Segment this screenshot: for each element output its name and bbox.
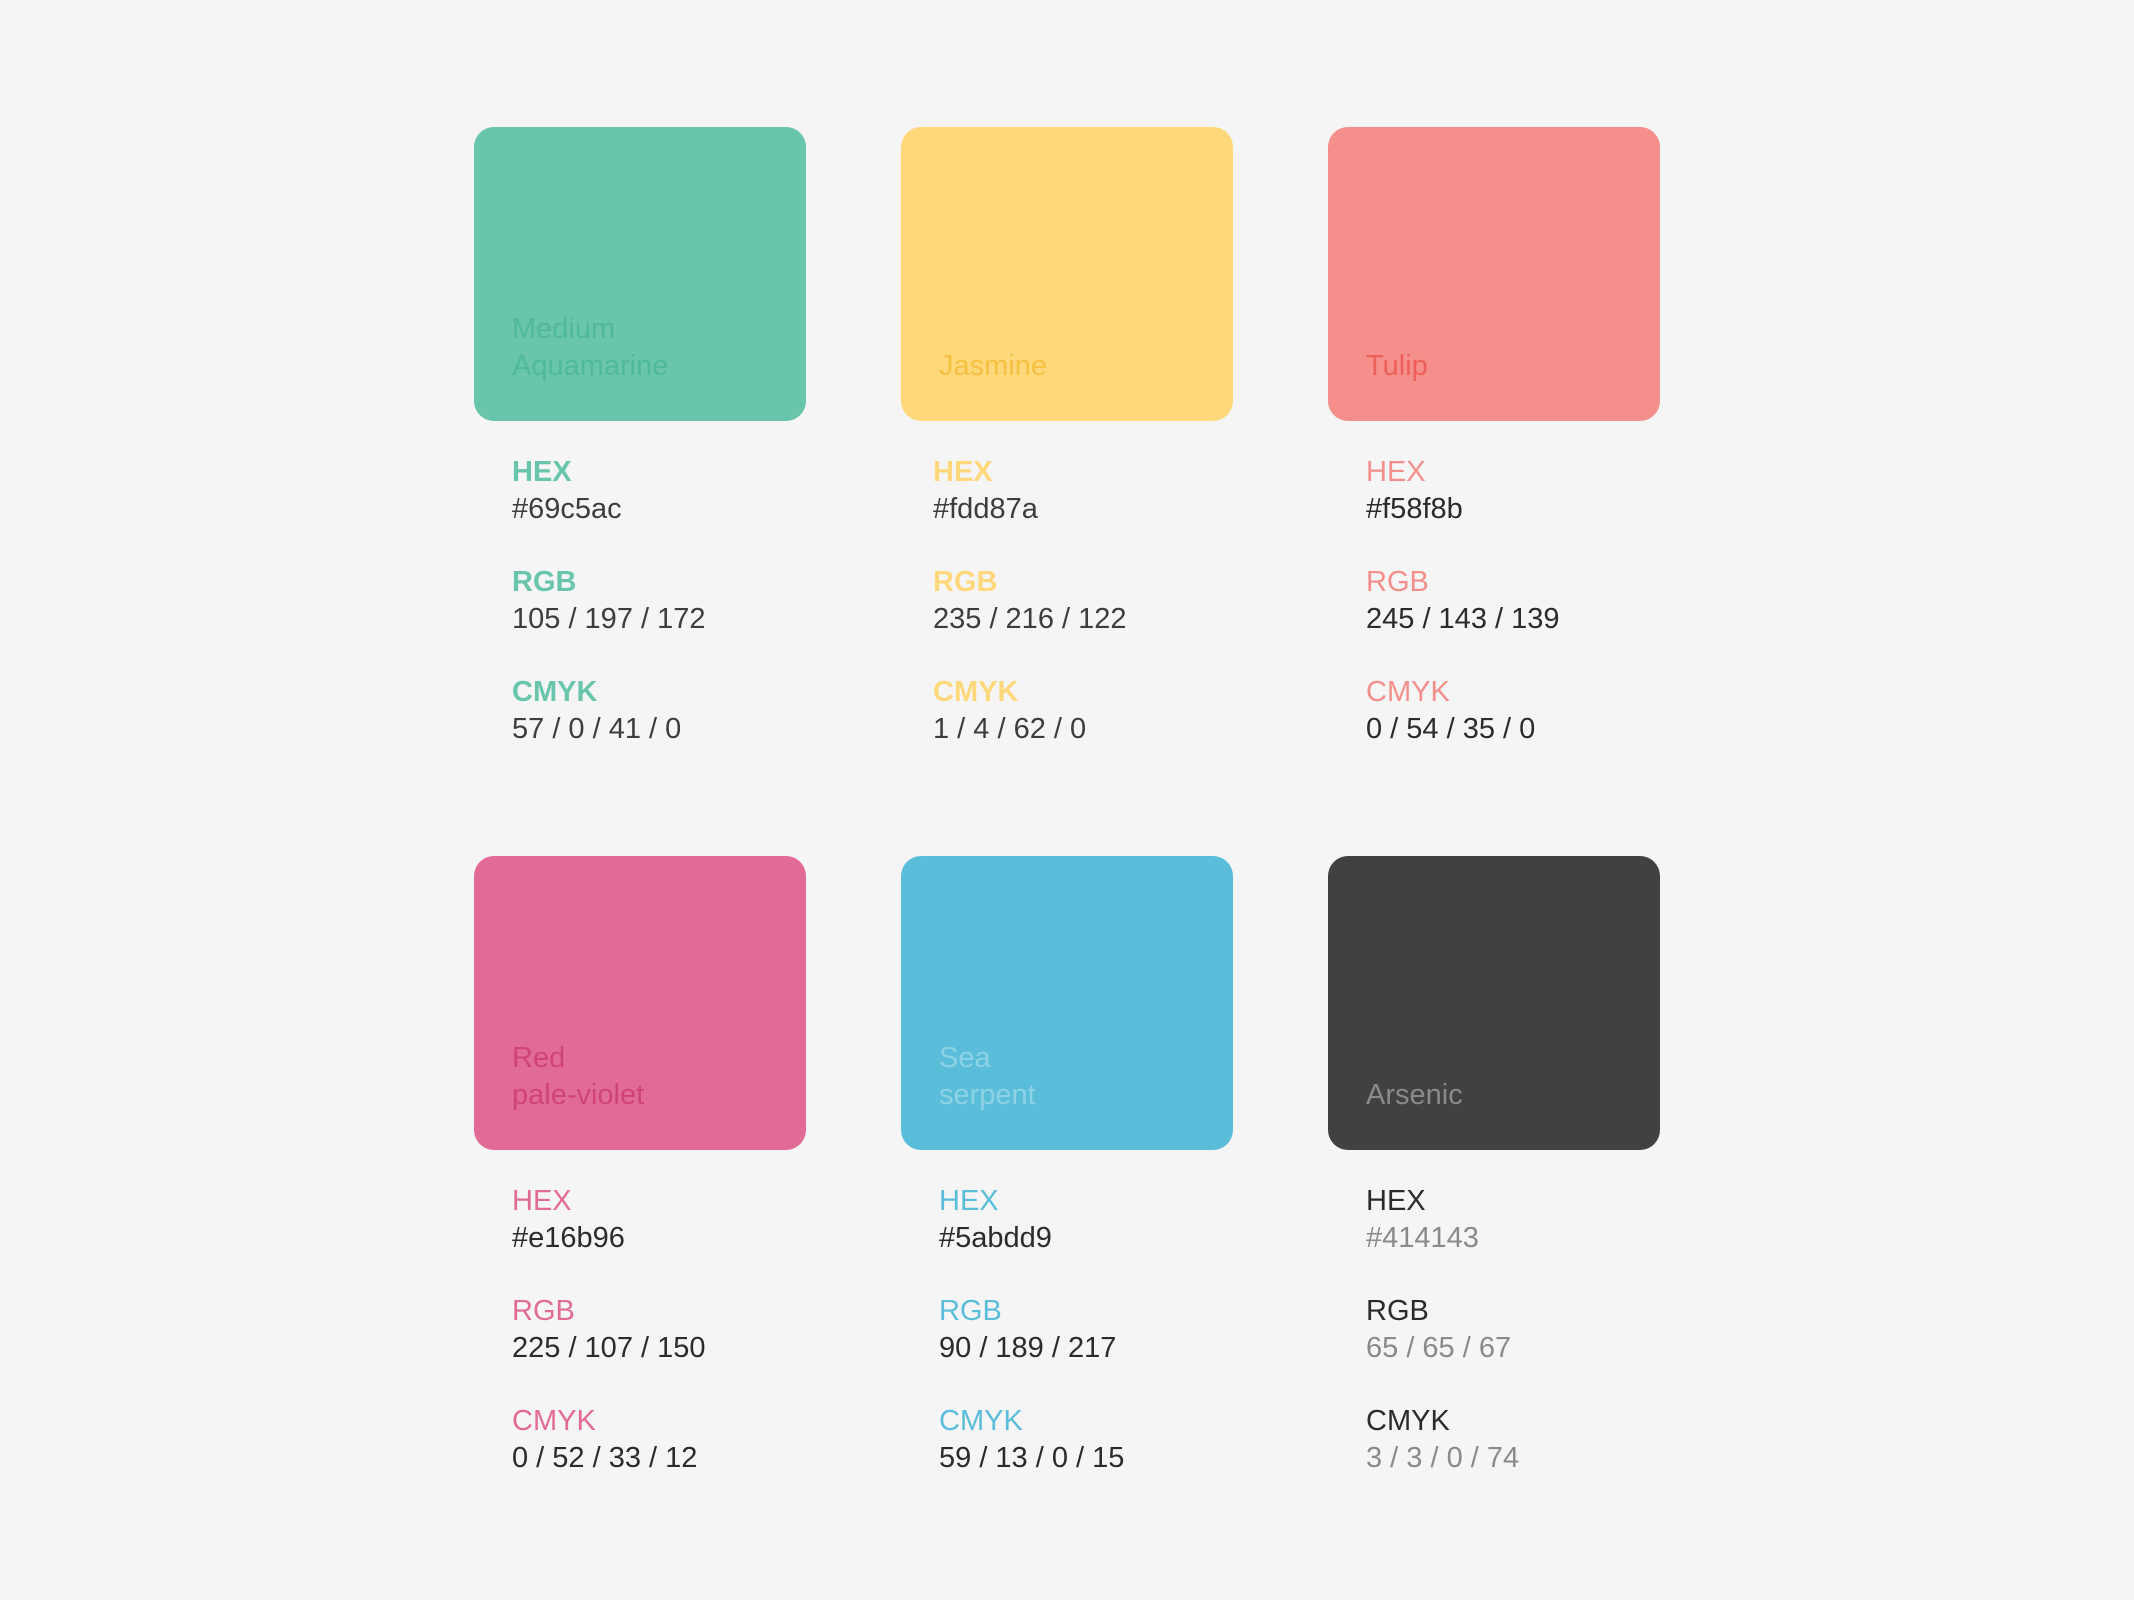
cmyk-value: 0 / 54 / 35 / 0 <box>1366 713 1536 745</box>
color-card-tulip: Tulip HEX #f58f8b RGB 245 / 143 / 139 CM… <box>1328 127 1660 784</box>
color-card-jasmine: Jasmine HEX #fdd87a RGB 235 / 216 / 122 … <box>901 127 1233 784</box>
hex-label: HEX <box>512 1185 572 1217</box>
hex-label: HEX <box>512 456 572 488</box>
color-name: Arsenic <box>1366 1079 1463 1111</box>
rgb-label: RGB <box>1366 566 1429 598</box>
rgb-value: 90 / 189 / 217 <box>939 1332 1117 1364</box>
cmyk-label: CMYK <box>933 676 1019 708</box>
color-card-sea-serpent: Sea serpent HEX #5abdd9 RGB 90 / 189 / 2… <box>901 856 1233 1513</box>
cmyk-label: CMYK <box>512 1405 596 1437</box>
hex-value: #f58f8b <box>1366 493 1463 525</box>
rgb-label: RGB <box>1366 1295 1429 1327</box>
hex-value: #e16b96 <box>512 1222 625 1254</box>
hex-label: HEX <box>933 456 993 488</box>
hex-value: #69c5ac <box>512 493 622 525</box>
color-card-medium-aquamarine: Medium Aquamarine HEX #69c5ac RGB 105 / … <box>474 127 806 784</box>
rgb-value: 105 / 197 / 172 <box>512 603 706 635</box>
rgb-label: RGB <box>939 1295 1002 1327</box>
hex-label: HEX <box>1366 1185 1426 1217</box>
color-swatch: Jasmine <box>901 127 1233 421</box>
cmyk-label: CMYK <box>1366 676 1450 708</box>
cmyk-value: 57 / 0 / 41 / 0 <box>512 713 682 745</box>
rgb-value: 235 / 216 / 122 <box>933 603 1127 635</box>
cmyk-label: CMYK <box>939 1405 1023 1437</box>
color-card-arsenic: Arsenic HEX #414143 RGB 65 / 65 / 67 CMY… <box>1328 856 1660 1513</box>
color-name: Red pale-violet <box>512 1042 645 1111</box>
rgb-value: 225 / 107 / 150 <box>512 1332 706 1364</box>
hex-label: HEX <box>939 1185 999 1217</box>
color-swatch: Arsenic <box>1328 856 1660 1150</box>
cmyk-value: 3 / 3 / 0 / 74 <box>1366 1442 1520 1474</box>
color-name: Sea serpent <box>939 1042 1036 1111</box>
rgb-label: RGB <box>933 566 998 598</box>
hex-label: HEX <box>1366 456 1426 488</box>
rgb-value: 245 / 143 / 139 <box>1366 603 1560 635</box>
color-name: Tulip <box>1366 350 1428 382</box>
hex-value: #5abdd9 <box>939 1222 1052 1254</box>
hex-value: #414143 <box>1366 1222 1479 1254</box>
rgb-label: RGB <box>512 566 577 598</box>
color-swatch: Sea serpent <box>901 856 1233 1150</box>
color-swatch: Medium Aquamarine <box>474 127 806 421</box>
cmyk-label: CMYK <box>1366 1405 1450 1437</box>
cmyk-value: 0 / 52 / 33 / 12 <box>512 1442 698 1474</box>
color-card-red-pale-violet: Red pale-violet HEX #e16b96 RGB 225 / 10… <box>474 856 806 1513</box>
color-swatch: Tulip <box>1328 127 1660 421</box>
cmyk-label: CMYK <box>512 676 598 708</box>
rgb-label: RGB <box>512 1295 575 1327</box>
color-swatch: Red pale-violet <box>474 856 806 1150</box>
cmyk-value: 59 / 13 / 0 / 15 <box>939 1442 1125 1474</box>
cmyk-value: 1 / 4 / 62 / 0 <box>933 713 1087 745</box>
rgb-value: 65 / 65 / 67 <box>1366 1332 1512 1364</box>
color-name: Jasmine <box>939 350 1047 382</box>
color-name: Medium Aquamarine <box>512 313 669 382</box>
hex-value: #fdd87a <box>933 493 1038 525</box>
